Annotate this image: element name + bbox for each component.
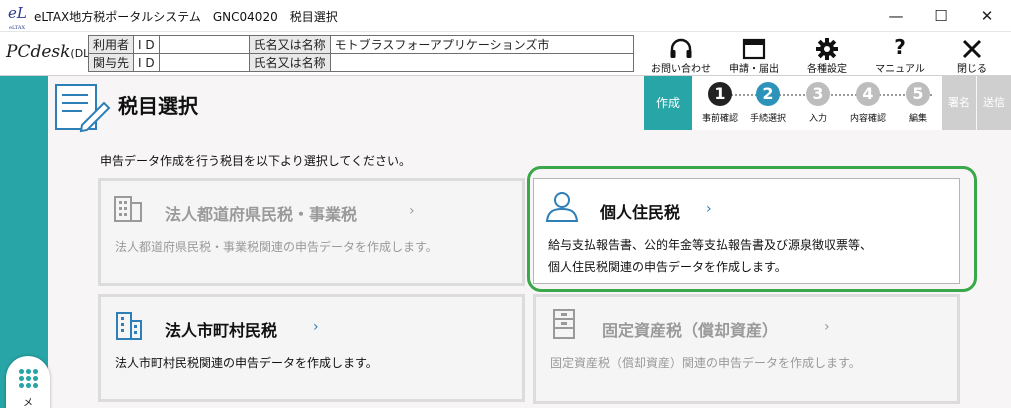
step-1-number: 1 <box>708 82 732 106</box>
user-name-value: モトブラスフォーアプリケーションズ市 <box>329 35 634 54</box>
chevron-right-icon: › <box>824 319 830 335</box>
exit-button-label: 閉じる <box>957 64 987 75</box>
step-3-number: 3 <box>806 82 830 106</box>
card-description: 固定資産税（償却資産）関連の申告データを作成します。 <box>550 356 861 370</box>
steps-bar: 1 事前確認 2 手続選択 3 入力 4 内容確認 5 編集 <box>692 76 942 130</box>
card-title: 法人市町村民税 <box>165 321 278 340</box>
step-tab-sign: 署名 <box>942 76 976 130</box>
document-edit-icon <box>52 81 112 133</box>
card-description: 法人市町村民税関連の申告データを作成します。 <box>115 356 378 370</box>
user-row: 利用者 I D 氏名又は名称 モトブラスフォーアプリケーションズ市 <box>87 35 634 54</box>
building-icon <box>111 191 145 227</box>
application-button[interactable]: 申請・届出 <box>722 34 786 76</box>
chevron-right-icon: › <box>706 201 712 217</box>
card-description: 法人都道府県民税・事業税関連の申告データを作成します。 <box>115 240 438 254</box>
step-4-label: 内容確認 <box>849 114 886 124</box>
card-corporate-prefectural-tax[interactable]: 法人都道府県民税・事業税 › 法人都道府県民税・事業税関連の申告データを作成しま… <box>98 178 525 286</box>
chevron-right-icon: › <box>409 203 415 219</box>
eltax-logo-icon: eL eLTAX <box>8 4 30 31</box>
question-icon: ? <box>894 35 906 59</box>
card-title: 固定資産税（償却資産） <box>602 321 779 340</box>
card-title: 個人住民税 <box>600 203 681 222</box>
user-label: 利用者 <box>87 35 135 54</box>
step-tab-send: 送信 <box>977 76 1011 130</box>
step-2-label: 手続選択 <box>749 114 786 124</box>
card-description-line2: 個人住民税関連の申告データを作成します。 <box>548 260 787 274</box>
gear-icon <box>796 34 858 60</box>
user-name-label: 氏名又は名称 <box>248 35 331 54</box>
step-2: 2 手続選択 <box>740 82 796 124</box>
user-id-label: I D <box>133 35 160 54</box>
app-header: PCdesk(DL版) 利用者 I D 氏名又は名称 モトブラスフォーアプリケー… <box>0 32 1011 76</box>
headset-icon <box>646 34 716 60</box>
application-button-label: 申請・届出 <box>729 64 779 75</box>
grid-menu-icon <box>18 368 38 388</box>
step-2-number: 2 <box>756 82 780 106</box>
client-label: 関与先 <box>87 53 135 72</box>
contact-button[interactable]: お問い合わせ <box>646 34 716 76</box>
contact-button-label: お問い合わせ <box>651 64 711 75</box>
window-titlebar: eL eLTAX eLTAX地方税ポータルシステム GNC04020 税目選択 … <box>0 0 1011 32</box>
client-name-label: 氏名又は名称 <box>248 53 331 72</box>
card-description-line1: 給与支払報告書、公的年金等支払報告書及び源泉徴収票等、 <box>548 238 873 252</box>
step-5-label: 編集 <box>908 114 927 124</box>
manual-button-label: マニュアル <box>875 64 925 75</box>
step-5-number: 5 <box>906 82 930 106</box>
menu-button[interactable]: メ <box>6 356 50 408</box>
window-icon <box>722 34 786 60</box>
step-3: 3 入力 <box>790 82 846 124</box>
maximize-button[interactable]: ☐ <box>918 0 964 32</box>
user-info-table: 利用者 I D 氏名又は名称 モトブラスフォーアプリケーションズ市 関与先 I … <box>87 35 634 72</box>
client-row: 関与先 I D 氏名又は名称 <box>87 53 634 72</box>
user-id-value <box>158 35 250 54</box>
step-4-number: 4 <box>856 82 880 106</box>
pcdesk-logo-text: PCdesk <box>6 42 71 62</box>
settings-button-label: 各種設定 <box>807 64 847 75</box>
cabinet-icon <box>548 307 580 345</box>
client-name-value <box>329 53 634 72</box>
window-title: eLTAX地方税ポータルシステム GNC04020 税目選択 <box>34 10 338 24</box>
card-corporate-municipal-tax[interactable]: 法人市町村民税 › 法人市町村民税関連の申告データを作成します。 <box>98 294 525 402</box>
close-icon <box>940 34 1004 60</box>
manual-button[interactable]: ? マニュアル <box>864 34 936 76</box>
step-tab-create: 作成 <box>644 76 692 130</box>
client-id-value <box>158 53 250 72</box>
step-indicator: 作成 1 事前確認 2 手続選択 3 入力 4 内容確認 5 編集 署名 送信 <box>644 76 1011 130</box>
card-fixed-asset-tax[interactable]: 固定資産税（償却資産） › 固定資産税（償却資産）関連の申告データを作成します。 <box>533 294 960 404</box>
card-individual-resident-tax[interactable]: 個人住民税 › 給与支払報告書、公的年金等支払報告書及び源泉徴収票等、 個人住民… <box>533 178 960 284</box>
card-title: 法人都道府県民税・事業税 <box>165 205 358 224</box>
step-3-label: 入力 <box>808 114 827 124</box>
chevron-right-icon: › <box>313 319 319 335</box>
minimize-button[interactable]: — <box>873 0 919 32</box>
page-title: 税目選択 <box>118 94 198 118</box>
settings-button[interactable]: 各種設定 <box>796 34 858 76</box>
step-5: 5 編集 <box>890 82 946 124</box>
exit-button[interactable]: 閉じる <box>940 34 1004 76</box>
close-window-button[interactable]: ✕ <box>964 0 1010 32</box>
menu-button-label: メ <box>23 398 33 408</box>
step-4: 4 内容確認 <box>840 82 896 124</box>
client-id-label: I D <box>133 53 160 72</box>
person-icon <box>544 189 580 227</box>
office-building-icon <box>111 307 145 345</box>
instruction-text: 申告データ作成を行う税目を以下より選択してください。 <box>100 154 412 168</box>
